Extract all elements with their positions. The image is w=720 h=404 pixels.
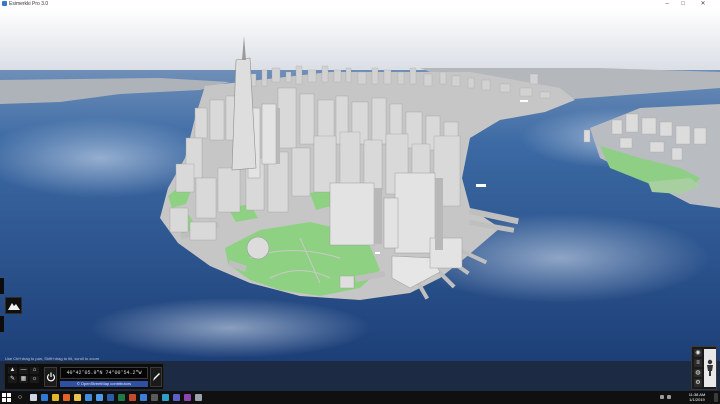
teams-icon[interactable] <box>173 394 180 401</box>
sky <box>0 8 720 78</box>
folder-icon[interactable] <box>74 394 81 401</box>
sun-icon[interactable]: ☼ <box>30 376 39 383</box>
firefox-icon[interactable] <box>63 394 70 401</box>
mountain-icon <box>8 303 20 310</box>
attribution-link[interactable]: © OpenStreetMap contributors <box>60 381 148 387</box>
view-tools-panel: ◉ ≡ ◍ ⚙ <box>691 346 717 390</box>
pier-building <box>339 275 355 289</box>
notification-icon[interactable] <box>714 393 718 402</box>
volume-icon[interactable] <box>667 395 671 399</box>
grid-icon[interactable]: ▦ <box>19 376 28 383</box>
window-title-bar: Esimerkki Pro 3.0 – □ ✕ <box>0 0 720 8</box>
home-icon[interactable]: ⌂ <box>30 367 39 374</box>
app-icon <box>2 1 7 6</box>
terrain-button[interactable] <box>5 297 22 314</box>
clock[interactable]: 11:38 AM 1/1/2019 <box>682 392 712 402</box>
windows-taskbar: ○ <box>0 391 720 404</box>
castle-clinton <box>246 236 270 260</box>
start-button[interactable] <box>2 393 11 402</box>
power-icon <box>46 372 56 382</box>
settings-app-icon[interactable] <box>195 394 202 401</box>
powerpoint-icon[interactable] <box>129 394 136 401</box>
network-icon[interactable] <box>660 395 664 399</box>
excel-icon[interactable] <box>118 394 125 401</box>
chrome-icon[interactable] <box>52 394 59 401</box>
map-viewport[interactable] <box>0 8 720 361</box>
pencil-icon <box>153 373 160 381</box>
edit-button[interactable] <box>150 367 162 387</box>
city-3d-scene <box>0 8 720 361</box>
navigation-hint: Use Ctrl+drag to pan, Shift+drag to tilt… <box>5 356 100 361</box>
task-view-icon[interactable] <box>30 394 37 401</box>
coordinates-readout: 40°42'05.9"N 74°00'54.2"W <box>60 367 148 379</box>
layers-icon[interactable]: ≡ <box>694 359 702 367</box>
left-edge-tab[interactable] <box>0 278 4 294</box>
window-title: Esimerkki Pro 3.0 <box>9 1 49 7</box>
clock-date: 1/1/2019 <box>689 397 705 402</box>
arrow-up-icon[interactable]: ▲ <box>8 367 17 374</box>
settings-icon[interactable]: ⚙ <box>694 379 702 387</box>
navigation-panel: ▲ — ⌂ ✎ ▦ ☼ 40°42'05.9"N 74°00'54.2"W © … <box>4 363 164 390</box>
minus-icon[interactable]: — <box>19 367 28 374</box>
street-view-button[interactable] <box>704 349 716 387</box>
search-icon[interactable]: ○ <box>14 393 26 402</box>
globe-icon[interactable]: ◍ <box>694 369 702 377</box>
word-icon[interactable] <box>107 394 114 401</box>
camera-icon[interactable]: ◉ <box>694 349 702 357</box>
map-app-icon[interactable] <box>162 394 169 401</box>
street-view-icon <box>707 359 713 376</box>
maximize-button[interactable]: □ <box>676 0 690 8</box>
terminal-icon[interactable] <box>151 394 158 401</box>
cloud-reflection <box>90 298 370 358</box>
minimize-button[interactable]: – <box>660 0 674 8</box>
power-button[interactable] <box>44 367 57 387</box>
edge-icon[interactable] <box>41 394 48 401</box>
mail-icon[interactable] <box>96 394 103 401</box>
store-icon[interactable] <box>85 394 92 401</box>
close-button[interactable]: ✕ <box>696 0 710 8</box>
left-edge-tab[interactable] <box>0 316 4 332</box>
photos-icon[interactable] <box>140 394 147 401</box>
notes-icon[interactable] <box>184 394 191 401</box>
ruler-icon[interactable]: ✎ <box>8 376 17 383</box>
